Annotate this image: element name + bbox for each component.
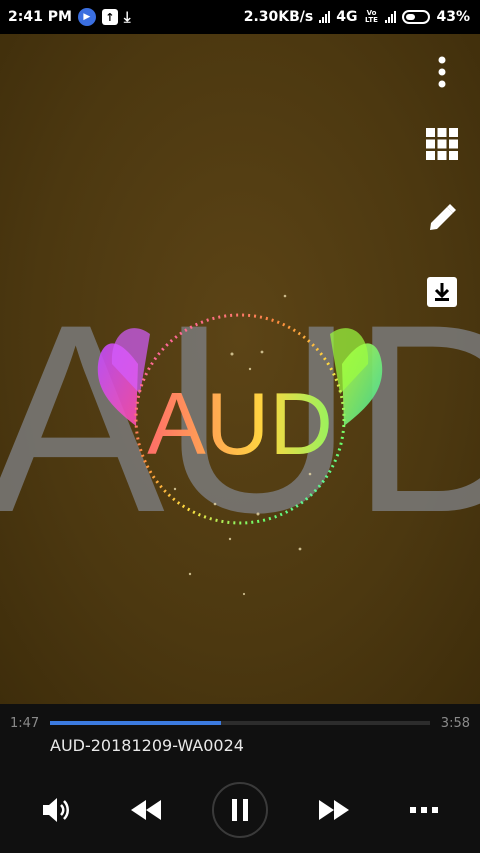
pencil-icon <box>430 204 456 230</box>
status-bar: 2:41 PM ▶ ↑ ⤓ 2.30KB/s 4G Vo LTE 43% <box>0 0 480 34</box>
rewind-button[interactable] <box>124 786 168 834</box>
volte-badge: Vo LTE <box>365 9 378 24</box>
grid-icon <box>426 128 458 160</box>
volume-icon <box>43 798 69 822</box>
elapsed-time: 1:47 <box>10 716 40 731</box>
more-options-button[interactable] <box>424 54 460 90</box>
visualizer-area[interactable]: AUD <box>0 34 480 704</box>
audio-visualizer <box>97 294 383 596</box>
signal-icon-2 <box>385 11 397 23</box>
more-actions-button[interactable] <box>404 786 444 834</box>
pause-icon <box>232 799 248 821</box>
network-speed: 2.30KB/s <box>243 9 314 25</box>
seek-bar[interactable] <box>50 721 430 725</box>
grid-button[interactable] <box>424 126 460 162</box>
more-vert-icon <box>438 56 446 88</box>
more-horiz-icon <box>410 807 438 813</box>
signal-icon <box>319 11 331 23</box>
seek-bar-fill <box>50 721 221 725</box>
download-button[interactable] <box>424 274 460 310</box>
download-notification-icon: ⤓ <box>123 8 131 26</box>
fast-forward-button[interactable] <box>312 786 356 834</box>
edit-button[interactable] <box>424 200 460 236</box>
battery-level: 43% <box>436 9 470 25</box>
rewind-icon <box>131 800 161 820</box>
battery-icon <box>402 10 431 24</box>
upload-notification-icon: ↑ <box>101 9 118 25</box>
player-bar: 1:47 3:58 AUD-20181209-WA0024 <box>0 704 480 853</box>
status-time: 2:41 PM <box>8 9 72 25</box>
volume-button[interactable] <box>36 786 76 834</box>
track-title: AUD-20181209-WA0024 <box>50 736 244 755</box>
app-notification-icon: ▶ <box>77 8 96 26</box>
network-type: 4G <box>336 9 358 25</box>
download-icon <box>427 277 457 307</box>
visualizer-title-text: AUD <box>0 374 480 474</box>
pause-button[interactable] <box>212 782 268 838</box>
total-time: 3:58 <box>440 716 470 731</box>
fast-forward-icon <box>319 800 349 820</box>
